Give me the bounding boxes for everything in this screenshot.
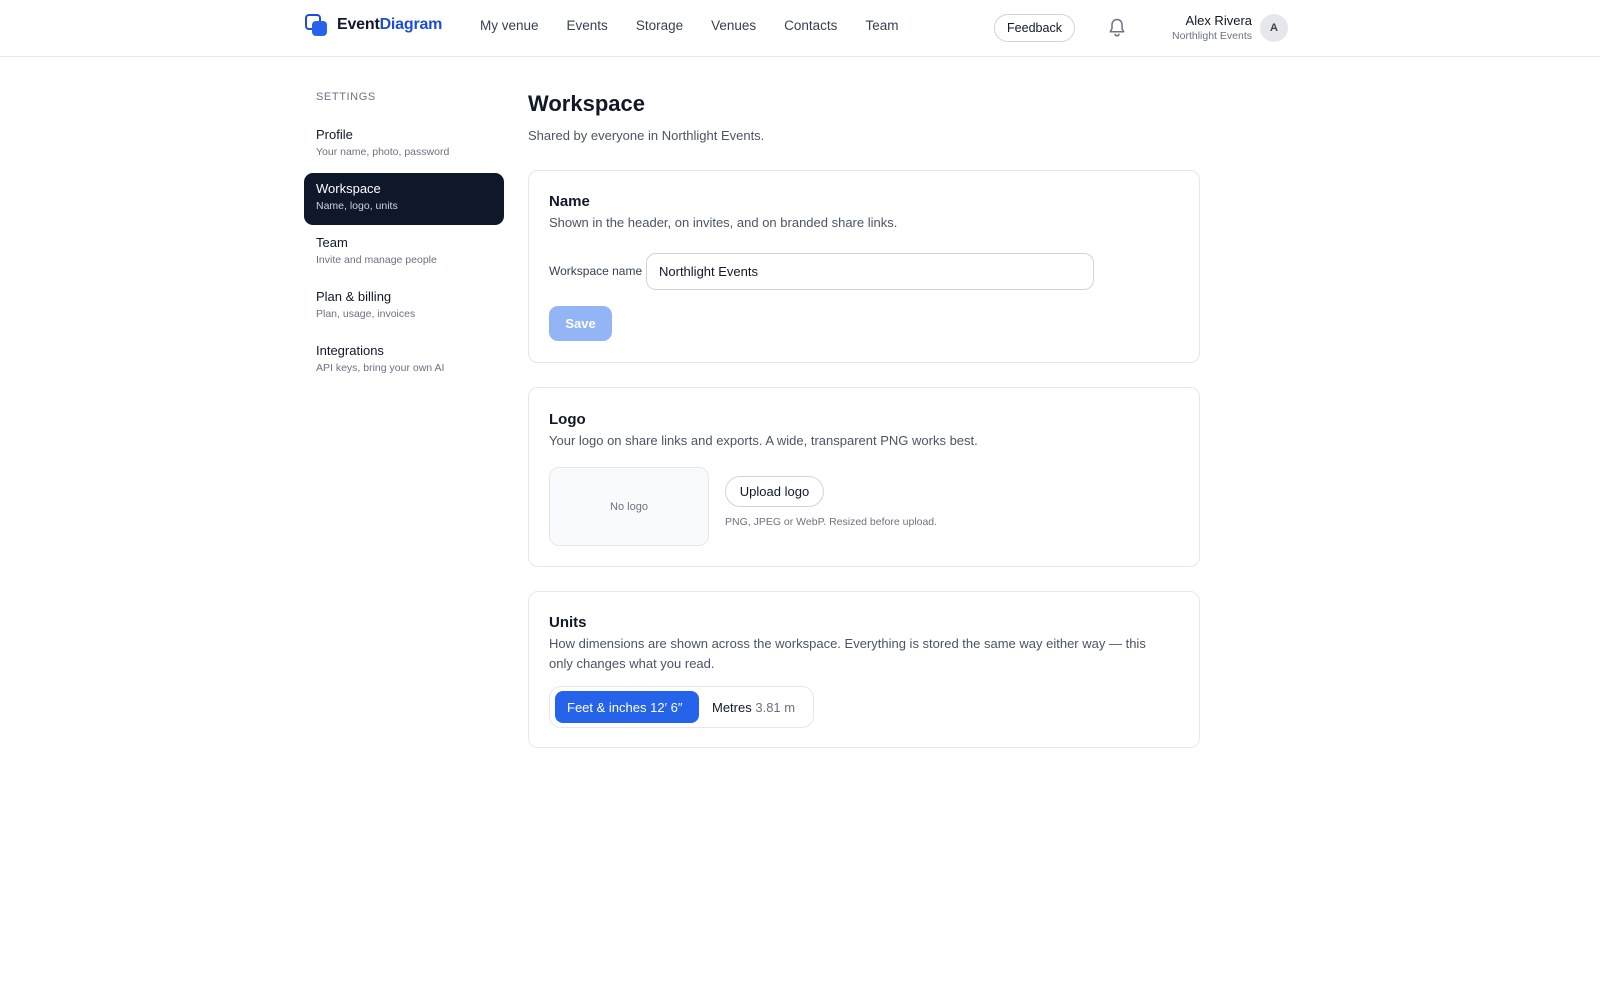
main-nav: My venue Events Storage Venues Contacts …: [480, 18, 898, 33]
nav-team[interactable]: Team: [865, 18, 898, 33]
logo-card-description: Your logo on share links and exports. A …: [549, 433, 978, 448]
sidebar-item-subtitle: Plan, usage, invoices: [316, 308, 416, 320]
sidebar-item-team[interactable]: Team Invite and manage people: [304, 227, 504, 279]
nav-storage[interactable]: Storage: [636, 18, 683, 33]
save-button[interactable]: Save: [549, 306, 612, 341]
sidebar-item-label: Team: [316, 235, 348, 250]
user-name: Alex Rivera: [1185, 13, 1252, 28]
units-card-title: Units: [549, 614, 587, 631]
avatar[interactable]: A: [1260, 14, 1288, 42]
logo-preview: No logo: [549, 467, 709, 546]
sidebar-item-profile[interactable]: Profile Your name, photo, password: [304, 119, 504, 171]
name-card-description: Shown in the header, on invites, and on …: [549, 215, 898, 230]
user-menu[interactable]: Alex Rivera Northlight Events: [1172, 13, 1252, 42]
top-header: EventDiagram My venue Events Storage Ven…: [0, 0, 1600, 57]
bell-icon[interactable]: [1107, 17, 1127, 39]
units-card-description: How dimensions are shown across the work…: [549, 636, 1146, 671]
units-option-feet-inches[interactable]: Feet & inches 12′ 6″: [555, 691, 699, 723]
upload-hint: PNG, JPEG or WebP. Resized before upload…: [725, 516, 938, 528]
page-title: Workspace: [528, 91, 645, 116]
units-option-example: 12′ 6″: [650, 699, 683, 715]
logo-card-title: Logo: [549, 411, 586, 428]
event-diagram-logo-icon: [305, 14, 327, 36]
nav-events[interactable]: Events: [567, 18, 608, 33]
sidebar-item-integrations[interactable]: Integrations API keys, bring your own AI: [304, 335, 504, 387]
sidebar-item-workspace[interactable]: Workspace Name, logo, units: [304, 173, 504, 225]
logo-placeholder-text: No logo: [610, 500, 648, 513]
sidebar-item-subtitle: API keys, bring your own AI: [316, 362, 445, 374]
name-card: Name Shown in the header, on invites, an…: [528, 170, 1200, 363]
units-toggle: Feet & inches 12′ 6″ Metres 3.81 m: [549, 686, 814, 728]
brand-name: EventDiagram: [337, 16, 443, 33]
feedback-button[interactable]: Feedback: [994, 14, 1075, 42]
sidebar-item-subtitle: Name, logo, units: [316, 200, 398, 212]
settings-sidebar: SETTINGS Profile Your name, photo, passw…: [304, 91, 504, 389]
sidebar-item-subtitle: Invite and manage people: [316, 254, 437, 266]
sidebar-item-label: Plan & billing: [316, 289, 392, 304]
name-card-title: Name: [549, 193, 590, 210]
sidebar-item-label: Integrations: [316, 343, 384, 358]
upload-logo-button[interactable]: Upload logo: [725, 476, 824, 507]
page-subtitle: Shared by everyone in Northlight Events.: [528, 128, 765, 143]
sidebar-item-label: Profile: [316, 127, 353, 142]
sidebar-item-plan-billing[interactable]: Plan & billing Plan, usage, invoices: [304, 281, 504, 333]
units-option-metres[interactable]: Metres 3.81 m: [700, 691, 807, 723]
units-option-label: Feet & inches: [567, 699, 647, 715]
logo-card: Logo Your logo on share links and export…: [528, 387, 1200, 567]
brand-logo[interactable]: EventDiagram: [305, 14, 442, 36]
sidebar-item-label: Workspace: [316, 181, 381, 196]
sidebar-item-subtitle: Your name, photo, password: [316, 146, 450, 158]
workspace-name-label: Workspace name: [549, 264, 643, 278]
nav-my-venue[interactable]: My venue: [480, 18, 539, 33]
units-option-label: Metres: [712, 699, 752, 715]
sidebar-title: SETTINGS: [316, 91, 376, 103]
units-card: Units How dimensions are shown across th…: [528, 591, 1200, 748]
units-option-example: 3.81 m: [755, 699, 796, 715]
nav-venues[interactable]: Venues: [711, 18, 756, 33]
nav-contacts[interactable]: Contacts: [784, 18, 837, 33]
user-org: Northlight Events: [1172, 30, 1252, 42]
workspace-name-input[interactable]: [646, 253, 1094, 290]
